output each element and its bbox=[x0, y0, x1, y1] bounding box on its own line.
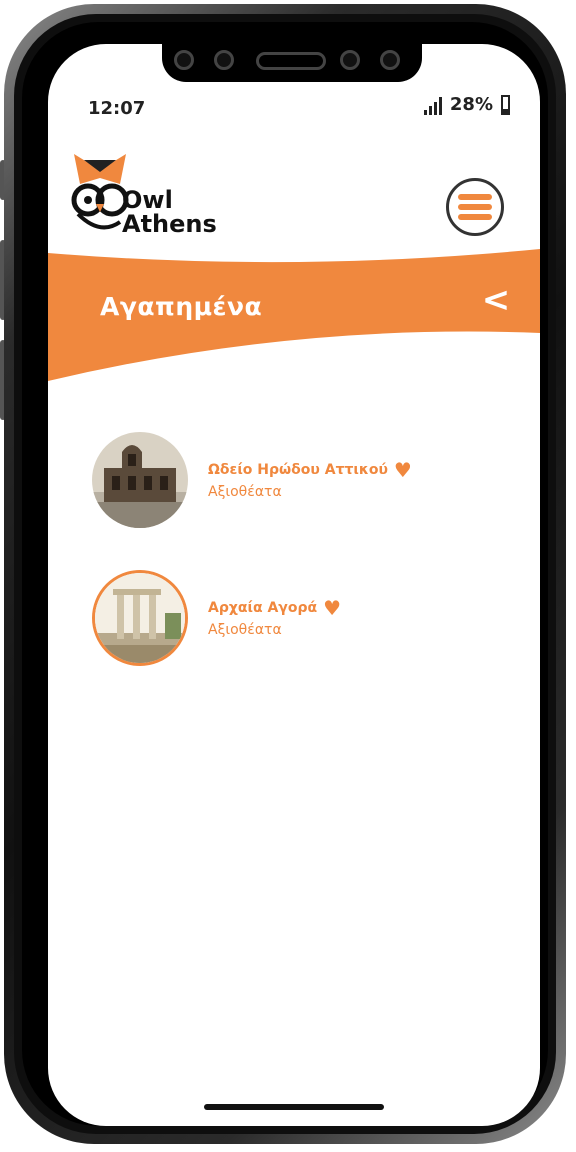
logo-text-athens: Athens bbox=[122, 210, 217, 238]
app-logo[interactable]: Owl Athens bbox=[70, 148, 220, 238]
heart-icon[interactable]: ♥ bbox=[394, 460, 412, 480]
favorite-title-text: Αρχαία Αγορά bbox=[208, 600, 318, 616]
speaker-icon bbox=[256, 52, 326, 70]
favorite-thumbnail bbox=[92, 432, 188, 528]
favorite-title: Ωδείο Ηρώδου Αττικού ♥ bbox=[208, 460, 412, 480]
sensor-icon bbox=[174, 50, 194, 70]
menu-button[interactable] bbox=[446, 178, 504, 236]
phone-mockup: 12:07 28% Owl Athens Αγαπημένα < Ωδείο Η… bbox=[0, 0, 576, 1152]
odeon-image bbox=[92, 432, 188, 528]
favorite-title-text: Ωδείο Ηρώδου Αττικού bbox=[208, 462, 388, 478]
status-time: 12:07 bbox=[88, 98, 146, 119]
heart-icon[interactable]: ♥ bbox=[323, 598, 341, 618]
chevron-left-icon: < bbox=[481, 280, 511, 320]
hamburger-icon bbox=[458, 214, 492, 220]
status-indicators: 28% bbox=[423, 94, 510, 115]
hamburger-icon bbox=[458, 204, 492, 210]
favorite-item[interactable]: Αρχαία Αγορά ♥ Αξιοθέατα bbox=[92, 570, 512, 670]
favorite-thumbnail bbox=[92, 570, 188, 666]
agora-image bbox=[95, 573, 185, 663]
sensor-icon bbox=[380, 50, 400, 70]
sensor-icon bbox=[214, 50, 234, 70]
hamburger-icon bbox=[458, 194, 492, 200]
camera-icon bbox=[340, 50, 360, 70]
favorite-category: Αξιοθέατα bbox=[208, 484, 282, 500]
app-screen: 12:07 28% Owl Athens Αγαπημένα < Ωδείο Η… bbox=[48, 44, 540, 1126]
page-title: Αγαπημένα bbox=[100, 292, 263, 321]
signal-icon bbox=[423, 97, 442, 115]
favorite-category: Αξιοθέατα bbox=[208, 622, 282, 638]
back-button[interactable]: < bbox=[476, 280, 516, 320]
home-indicator[interactable] bbox=[204, 1104, 384, 1110]
favorite-title: Αρχαία Αγορά ♥ bbox=[208, 598, 341, 618]
battery-icon bbox=[501, 95, 510, 115]
notch bbox=[162, 44, 422, 82]
favorite-item[interactable]: Ωδείο Ηρώδου Αττικού ♥ Αξιοθέατα bbox=[92, 432, 512, 532]
battery-fill bbox=[503, 108, 508, 113]
battery-percentage: 28% bbox=[449, 94, 493, 115]
